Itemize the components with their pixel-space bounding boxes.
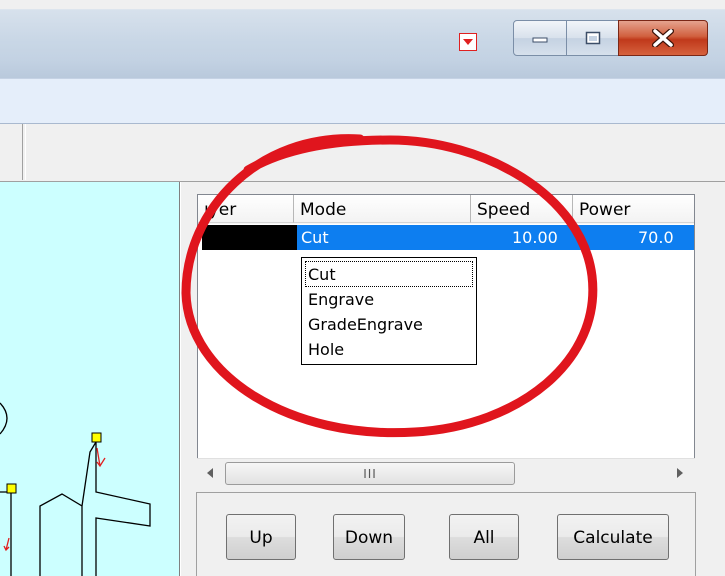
canvas-shape-path <box>39 441 151 576</box>
up-button[interactable]: Up <box>226 514 296 560</box>
mode-cell[interactable]: Cut <box>301 225 329 250</box>
scroll-left-button[interactable] <box>197 459 225 487</box>
close-button[interactable] <box>618 20 708 56</box>
scroll-grip: III <box>363 466 377 481</box>
scroll-right-button[interactable] <box>667 459 695 487</box>
speed-cell[interactable]: 10.00 <box>512 225 558 250</box>
column-header-speed[interactable]: Speed <box>471 195 573 223</box>
mode-dropdown-arrow[interactable] <box>459 33 477 51</box>
canvas-direction-arrow <box>96 447 106 468</box>
minimize-button[interactable] <box>513 20 567 56</box>
dropdown-option-hole[interactable]: Hole <box>306 337 344 361</box>
column-header-power[interactable]: Power <box>573 195 694 223</box>
column-header-mode[interactable]: Mode <box>294 195 471 223</box>
grid-header: ıyer Mode Speed Power <box>198 195 694 224</box>
dropdown-option-engrave[interactable]: Engrave <box>306 287 374 311</box>
mode-dropdown-list[interactable]: Cut Engrave GradeEngrave Hole <box>301 257 477 365</box>
canvas-node[interactable] <box>91 432 102 443</box>
maximize-button[interactable] <box>566 20 619 56</box>
maximize-icon <box>585 31 600 45</box>
column-header-layer[interactable]: ıyer <box>198 195 294 223</box>
canvas-left-path <box>0 491 12 576</box>
dropdown-option-gradeengrave[interactable]: GradeEngrave <box>306 312 423 336</box>
toolbar-separator <box>22 124 26 180</box>
drawing-canvas[interactable] <box>0 182 180 576</box>
horizontal-scrollbar[interactable]: III <box>197 458 695 489</box>
power-cell[interactable]: 70.0 <box>638 225 674 250</box>
canvas-node[interactable] <box>6 483 17 494</box>
menu-bar <box>0 78 725 124</box>
canvas-drawing <box>0 402 151 576</box>
canvas-direction-arrow <box>3 537 10 552</box>
canvas-arc-path <box>0 402 8 435</box>
chevron-down-icon <box>463 39 473 45</box>
scroll-thumb[interactable]: III <box>225 462 515 485</box>
title-bar-top-strip <box>0 0 725 9</box>
toolbar <box>0 124 725 182</box>
close-icon <box>652 29 674 47</box>
layer-color-swatch[interactable] <box>202 225 297 250</box>
calculate-button[interactable]: Calculate <box>557 514 669 560</box>
scroll-right-icon <box>677 468 683 478</box>
minimize-icon <box>532 37 548 43</box>
dropdown-option-cut[interactable]: Cut <box>305 261 473 287</box>
all-button[interactable]: All <box>449 514 519 560</box>
down-button[interactable]: Down <box>333 514 405 560</box>
scroll-left-icon <box>207 468 213 478</box>
